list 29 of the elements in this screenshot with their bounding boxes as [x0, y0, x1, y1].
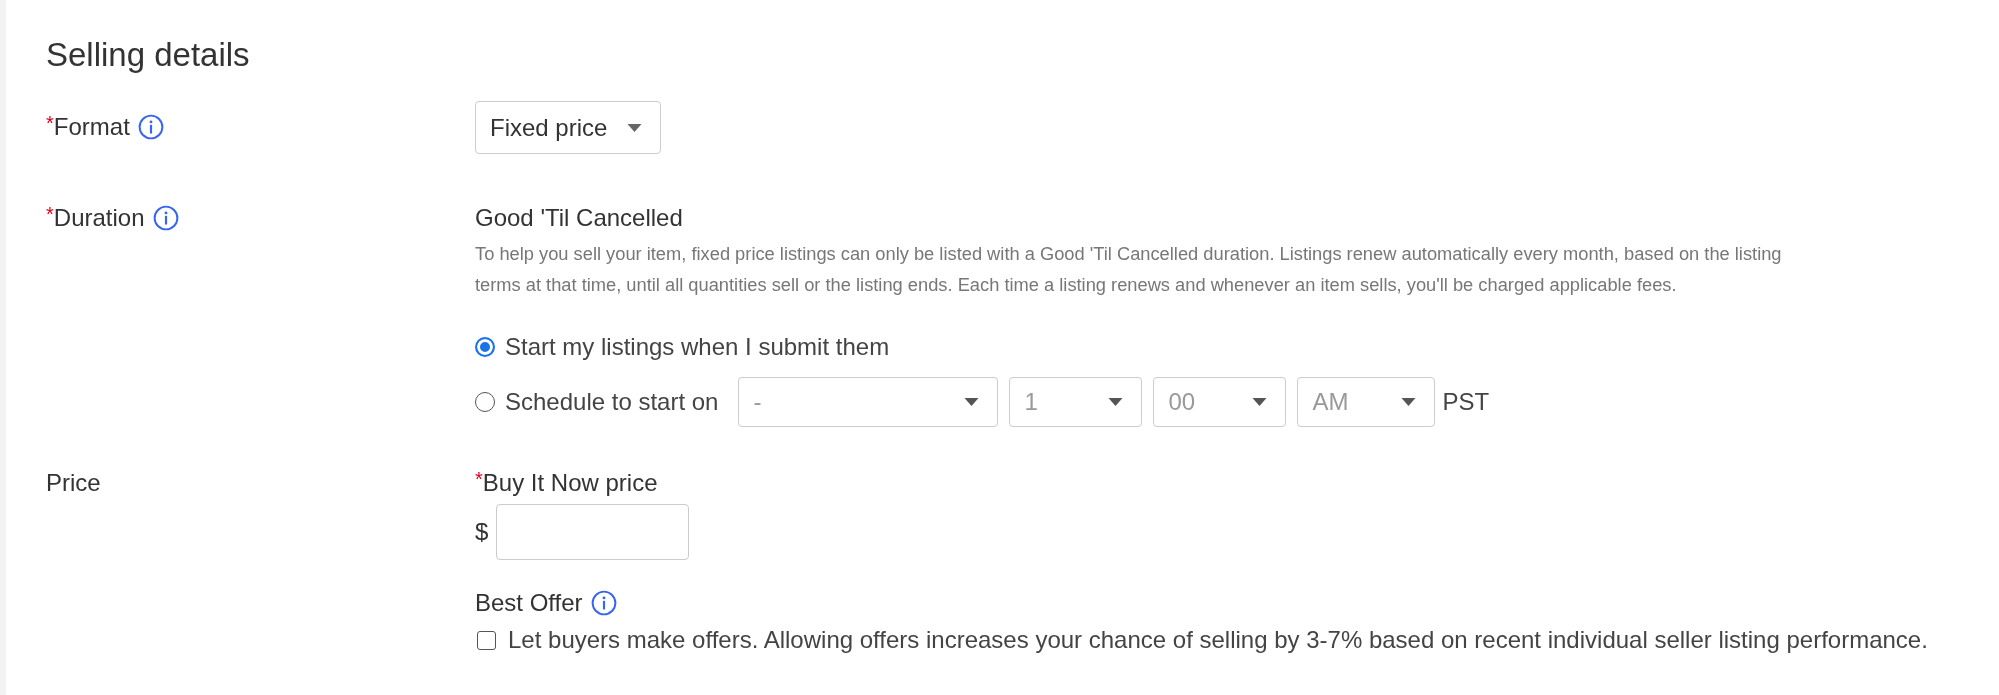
- checkbox-label[interactable]: Let buyers make offers. Allowing offers increases your chance of selling by 3-7% based on recent individual seller listing performance.: [508, 626, 1928, 654]
- section-title: Selling details: [46, 36, 250, 74]
- caret-icon: [1252, 398, 1268, 406]
- caret-icon: [627, 123, 642, 132]
- duration-value: Good 'Til Cancelled: [475, 204, 683, 232]
- field-label: Duration: [53, 204, 145, 232]
- format-dropdown[interactable]: Fixed price: [475, 101, 661, 154]
- radio-button[interactable]: [475, 392, 495, 412]
- field-label: Buy It Now price: [482, 469, 658, 497]
- caret-icon: [1401, 398, 1417, 406]
- price-input[interactable]: [496, 504, 690, 560]
- required-asterisk: *: [475, 469, 483, 489]
- field-label: Format: [53, 113, 130, 141]
- caret-icon: [1108, 398, 1124, 406]
- info-icon[interactable]: [137, 114, 164, 140]
- duration-description: To help you sell your item, fixed price listings can only be listed with a Good 'Til Cancelled duration. Listings renew automatically every month, based on the listing terms at that time, until all quantities sell or the listing ends. Each time a listing renews and whenever an item sells, you'll be charged applicable fees.: [475, 242, 1783, 297]
- radio-label[interactable]: Schedule to start on: [505, 388, 719, 416]
- timezone-label: PST: [1442, 388, 1490, 416]
- caret-icon: [964, 398, 980, 406]
- checkbox[interactable]: [477, 630, 496, 650]
- required-asterisk: *: [46, 113, 54, 133]
- field-label: Best Offer: [475, 589, 583, 617]
- info-icon[interactable]: [152, 205, 179, 231]
- required-asterisk: *: [46, 204, 54, 224]
- radio-label[interactable]: Start my listings when I submit them: [505, 333, 890, 361]
- info-icon[interactable]: [590, 590, 617, 616]
- currency-symbol: $: [475, 518, 489, 546]
- field-label: Price: [46, 469, 101, 497]
- radio-button[interactable]: [475, 337, 495, 357]
